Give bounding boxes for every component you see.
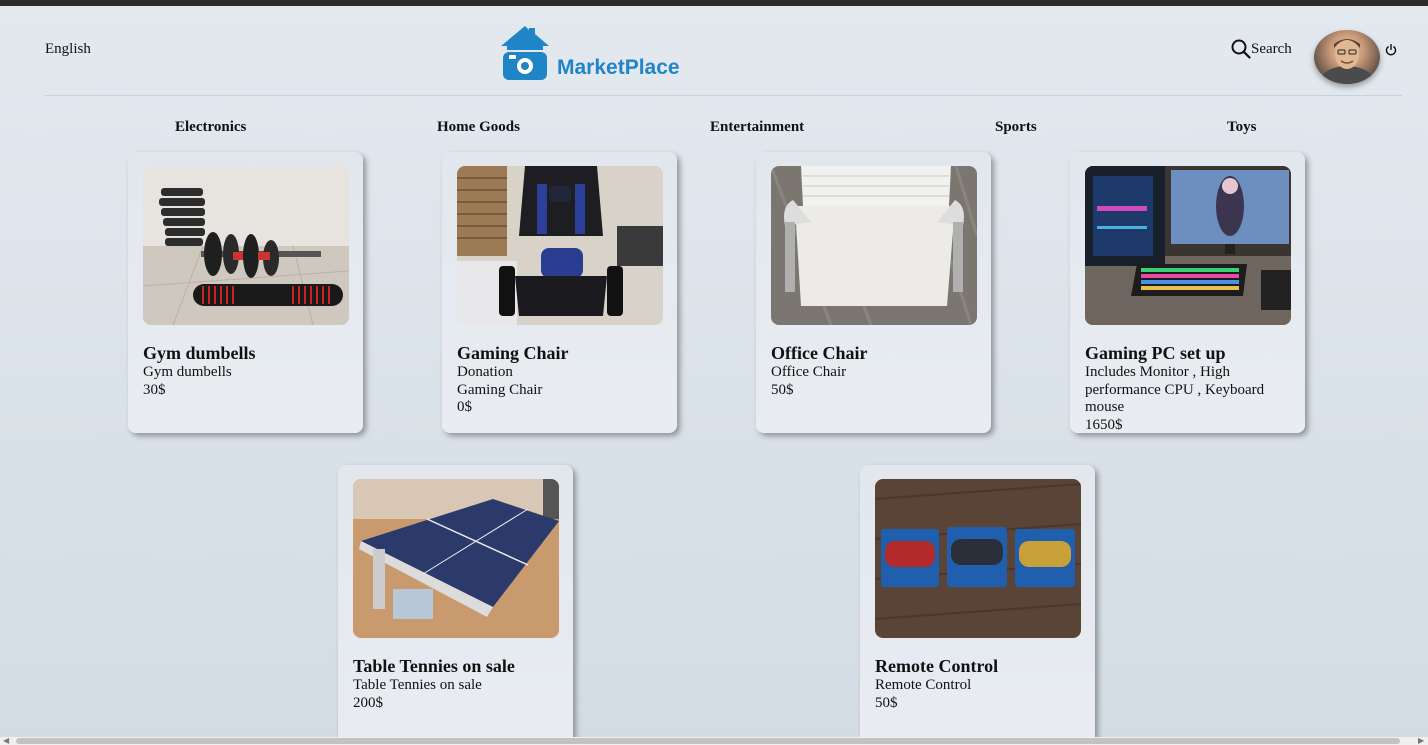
horizontal-scrollbar[interactable]: ◀ ▶ xyxy=(0,737,1428,745)
product-title: Gym dumbells xyxy=(143,343,256,363)
product-price: 0$ xyxy=(457,399,472,415)
product-description: Gym dumbells xyxy=(143,364,232,380)
scroll-right-icon[interactable]: ▶ xyxy=(1418,737,1424,745)
scroll-left-icon[interactable]: ◀ xyxy=(3,737,9,745)
product-description: Donation xyxy=(457,364,513,380)
product-price: 200$ xyxy=(353,694,383,711)
product-title: Gaming Chair xyxy=(457,343,569,363)
product-image xyxy=(457,166,663,325)
product-details: Table Tennies on sale 200$ xyxy=(353,677,558,712)
site-header: English MarketPlace Search xyxy=(45,6,1402,96)
product-description: Gaming Chair xyxy=(457,381,543,398)
power-icon[interactable] xyxy=(1385,43,1397,57)
house-logo-icon xyxy=(501,26,549,80)
search-icon xyxy=(1231,39,1251,59)
avatar[interactable] xyxy=(1314,30,1380,84)
product-details: Includes Monitor , High performance CPU … xyxy=(1085,364,1290,434)
product-price: 50$ xyxy=(875,694,898,711)
product-card[interactable]: Gaming PC set up Includes Monitor , High… xyxy=(1070,152,1305,433)
product-price: 50$ xyxy=(771,381,794,398)
product-details: Remote Control 50$ xyxy=(875,677,1080,712)
category-sports[interactable]: Sports xyxy=(995,119,1037,136)
product-title: Office Chair xyxy=(771,343,868,363)
product-card[interactable]: Remote Control Remote Control 50$ xyxy=(860,465,1095,745)
product-details: Donation Gaming Chair 0$ xyxy=(457,364,662,417)
product-description: Includes Monitor , High performance CPU … xyxy=(1085,364,1265,415)
product-description: Office Chair xyxy=(771,364,847,380)
product-image xyxy=(1085,166,1291,325)
search-button[interactable]: Search xyxy=(1231,39,1292,59)
search-label: Search xyxy=(1251,40,1292,57)
product-image xyxy=(771,166,977,325)
category-electronics[interactable]: Electronics xyxy=(175,119,246,136)
product-card[interactable]: Gaming Chair Donation Gaming Chair 0$ xyxy=(442,152,677,433)
product-description: Remote Control xyxy=(875,677,972,693)
scrollbar-thumb[interactable] xyxy=(16,738,1400,744)
product-image xyxy=(353,479,559,638)
product-title: Remote Control xyxy=(875,656,999,676)
category-entertainment[interactable]: Entertainment xyxy=(710,119,804,136)
product-card[interactable]: Gym dumbells Gym dumbells 30$ xyxy=(128,152,363,433)
category-home-goods[interactable]: Home Goods xyxy=(437,119,520,136)
product-title: Gaming PC set up xyxy=(1085,343,1226,363)
product-details: Office Chair 50$ xyxy=(771,364,976,399)
product-card[interactable]: Office Chair Office Chair 50$ xyxy=(756,152,991,433)
product-description: Table Tennies on sale xyxy=(353,677,482,693)
category-toys[interactable]: Toys xyxy=(1227,119,1256,136)
product-details: Gym dumbells 30$ xyxy=(143,364,348,399)
language-selector[interactable]: English xyxy=(45,41,91,58)
product-price: 1650$ xyxy=(1085,416,1123,433)
product-title: Table Tennies on sale xyxy=(353,656,515,676)
product-card[interactable]: Table Tennies on sale Table Tennies on s… xyxy=(338,465,573,745)
category-nav: Electronics Home Goods Entertainment Spo… xyxy=(0,119,1428,139)
logo-text: MarketPlace xyxy=(557,56,680,79)
product-price: 30$ xyxy=(143,381,166,398)
logo[interactable]: MarketPlace xyxy=(497,24,680,82)
product-image xyxy=(143,166,349,325)
product-image xyxy=(875,479,1081,638)
